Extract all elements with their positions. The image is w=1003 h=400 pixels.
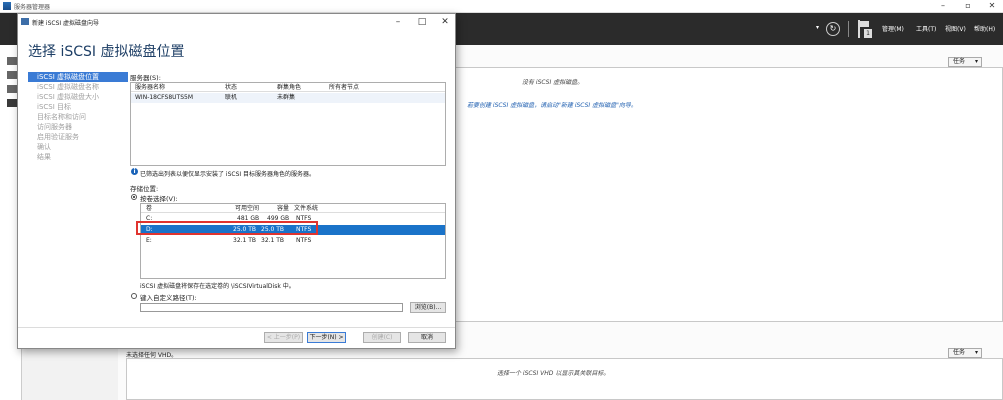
next-button[interactable]: 下一步(N) > bbox=[307, 332, 346, 343]
storage-location-label: 存储位置: bbox=[130, 185, 159, 193]
filesystem-cell: NTFS bbox=[296, 226, 312, 233]
col-header-server-name[interactable]: 服务器名称 bbox=[135, 83, 165, 92]
tasks-label: 任务 bbox=[953, 58, 966, 65]
dialog-footer-divider bbox=[18, 327, 455, 328]
dialog-maximize-icon[interactable]: □ bbox=[412, 15, 432, 29]
custom-path-input[interactable] bbox=[140, 303, 403, 312]
wizard-step: 访问服务器 bbox=[37, 123, 72, 131]
select-vhd-hint: 选择一个 iSCSI VHD 以显示其关联目标。 bbox=[497, 370, 610, 377]
volume-cell: E: bbox=[146, 237, 152, 244]
capacity-cell: 499 GB bbox=[267, 215, 290, 222]
wizard-icon bbox=[21, 18, 29, 25]
table-row[interactable]: WIN-18CFS8UTS5M 联机 未群集 bbox=[131, 93, 445, 103]
save-location-note: iSCSI 虚拟磁盘将保存在选定卷的 \iSCSIVirtualDisk 中。 bbox=[140, 283, 295, 290]
minimize-icon[interactable]: – bbox=[931, 0, 955, 12]
select-by-volume-radio[interactable] bbox=[131, 194, 137, 200]
select-by-volume-label: 按卷选择(V): bbox=[140, 195, 178, 203]
server-manager-titlebar: 服务器管理器 – ▫ ✕ bbox=[0, 0, 1003, 13]
col-header-owner-node[interactable]: 所有者节点 bbox=[329, 83, 359, 92]
volume-cell: C: bbox=[146, 215, 153, 222]
menu-view[interactable]: 视图(V) bbox=[945, 24, 966, 33]
no-disks-message: 没有 iSCSI 虚拟磁盘。 bbox=[522, 79, 584, 86]
header-separator bbox=[848, 21, 849, 37]
menu-manage[interactable]: 管理(M) bbox=[882, 24, 904, 33]
previous-button[interactable]: < 上一步(P) bbox=[264, 332, 303, 343]
table-row[interactable]: E: 32.1 TB 32.1 TB NTFS bbox=[141, 236, 445, 246]
menu-help[interactable]: 帮助(H) bbox=[974, 24, 995, 33]
table-row-selected[interactable]: D: 25.0 TB 25.0 TB NTFS bbox=[141, 225, 445, 235]
dialog-title: 新建 iSCSI 虚拟磁盘向导 bbox=[32, 20, 100, 27]
volume-grid: 卷 可用空间 容量 文件系统 C: 481 GB 499 GB NTFS D: … bbox=[140, 203, 446, 279]
col-header-status[interactable]: 状态 bbox=[225, 83, 237, 92]
wizard-step: iSCSI 虚拟磁盘名称 bbox=[37, 83, 100, 91]
chevron-down-icon: ▾ bbox=[974, 349, 978, 356]
filesystem-cell: NTFS bbox=[296, 237, 312, 244]
col-header-cluster-role[interactable]: 群集角色 bbox=[277, 83, 301, 92]
dashboard-nav-icon[interactable] bbox=[7, 57, 17, 65]
capacity-cell: 25.0 TB bbox=[261, 226, 285, 233]
volume-grid-header: 卷 可用空间 容量 文件系统 bbox=[141, 204, 445, 213]
filter-note: 已筛选出列表以便仅显示安装了 iSCSI 目标服务器角色的服务器。 bbox=[140, 171, 316, 178]
refresh-icon[interactable]: ↻ bbox=[826, 22, 840, 36]
tasks-dropdown-bottom[interactable]: 任务 ▾ bbox=[948, 348, 982, 358]
col-header-free-space[interactable]: 可用空间 bbox=[235, 204, 259, 213]
iscsi-targets-panel: 选择一个 iSCSI VHD 以显示其关联目标。 bbox=[126, 358, 1003, 400]
server-name-cell: WIN-18CFS8UTS5M bbox=[135, 94, 194, 101]
wizard-step: iSCSI 目标 bbox=[37, 103, 72, 111]
wizard-step: 结果 bbox=[37, 153, 51, 161]
col-header-capacity[interactable]: 容量 bbox=[277, 204, 289, 213]
chevron-down-icon: ▾ bbox=[974, 58, 978, 65]
col-header-volume[interactable]: 卷 bbox=[146, 204, 152, 213]
tasks-dropdown-top[interactable]: 任务 ▾ bbox=[948, 57, 982, 67]
cancel-button[interactable]: 取消 bbox=[408, 332, 446, 343]
table-row[interactable]: C: 481 GB 499 GB NTFS bbox=[141, 214, 445, 224]
cluster-role-cell: 未群集 bbox=[277, 94, 296, 101]
server-manager-title: 服务器管理器 bbox=[14, 4, 51, 11]
free-space-cell: 25.0 TB bbox=[233, 226, 257, 233]
server-status-cell: 联机 bbox=[225, 94, 238, 101]
file-storage-nav-icon[interactable] bbox=[7, 99, 17, 107]
dialog-titlebar: 新建 iSCSI 虚拟磁盘向导 – □ ✕ bbox=[18, 14, 455, 30]
info-icon: i bbox=[131, 168, 138, 175]
server-label: 服务器(S): bbox=[130, 74, 161, 82]
capacity-cell: 32.1 TB bbox=[261, 237, 285, 244]
close-icon[interactable]: ✕ bbox=[980, 0, 1003, 12]
wizard-steps: iSCSI 虚拟磁盘位置 iSCSI 虚拟磁盘名称 iSCSI 虚拟磁盘大小 i… bbox=[28, 72, 128, 162]
create-disk-hint-link[interactable]: 若要创建 iSCSI 虚拟磁盘，请启动"新建 iSCSI 虚拟磁盘"向导。 bbox=[467, 100, 637, 109]
nav-dropdown-icon[interactable]: ▾ bbox=[816, 24, 819, 31]
server-grid-header: 服务器名称 状态 群集角色 所有者节点 bbox=[131, 83, 445, 92]
menu-tools[interactable]: 工具(T) bbox=[916, 24, 936, 33]
wizard-step: 启用验证服务 bbox=[37, 133, 79, 141]
server-grid: 服务器名称 状态 群集角色 所有者节点 WIN-18CFS8UTS5M 联机 未… bbox=[130, 82, 446, 166]
browse-button[interactable]: 浏览(B)... bbox=[410, 302, 446, 313]
wizard-step: 确认 bbox=[37, 143, 51, 151]
create-button[interactable]: 创建(C) bbox=[363, 332, 401, 343]
dialog-close-icon[interactable]: ✕ bbox=[435, 15, 455, 29]
wizard-step: iSCSI 虚拟磁盘大小 bbox=[37, 93, 100, 101]
dialog-minimize-icon[interactable]: – bbox=[388, 15, 408, 29]
free-space-cell: 32.1 TB bbox=[233, 237, 257, 244]
wizard-step: 目标名称和访问 bbox=[37, 113, 86, 121]
all-servers-nav-icon[interactable] bbox=[7, 85, 17, 93]
server-manager-app-icon bbox=[3, 2, 11, 10]
volume-cell: D: bbox=[146, 226, 153, 233]
notification-count: 1 bbox=[864, 29, 872, 38]
filesystem-cell: NTFS bbox=[296, 215, 312, 222]
notifications-flag-icon[interactable]: 1 bbox=[858, 20, 872, 38]
new-iscsi-disk-wizard: 新建 iSCSI 虚拟磁盘向导 – □ ✕ 选择 iSCSI 虚拟磁盘位置 iS… bbox=[17, 13, 456, 349]
page-heading: 选择 iSCSI 虚拟磁盘位置 bbox=[28, 44, 185, 60]
free-space-cell: 481 GB bbox=[237, 215, 260, 222]
maximize-icon[interactable]: ▫ bbox=[956, 0, 980, 12]
custom-path-radio[interactable] bbox=[131, 293, 137, 299]
col-header-filesystem[interactable]: 文件系统 bbox=[294, 204, 318, 213]
custom-path-label: 键入自定义路径(T): bbox=[140, 294, 197, 302]
tasks-label: 任务 bbox=[953, 349, 966, 356]
local-server-nav-icon[interactable] bbox=[7, 71, 17, 79]
wizard-step[interactable]: iSCSI 虚拟磁盘位置 bbox=[28, 72, 128, 82]
